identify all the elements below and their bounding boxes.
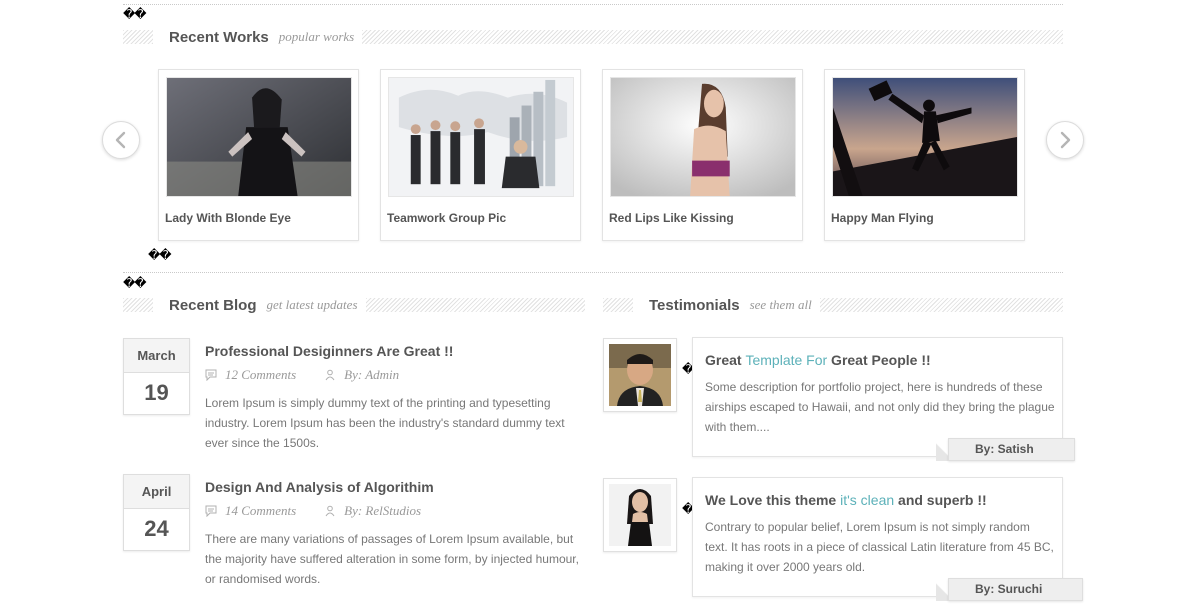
testimonial-highlight: Template For: [745, 352, 828, 368]
work-thumbnail[interactable]: [832, 77, 1018, 197]
user-icon: [325, 505, 335, 517]
testimonial-text: Some description for portfolio project, …: [705, 380, 1055, 434]
work-title[interactable]: Teamwork Group Pic: [387, 211, 506, 225]
header-stripe: [365, 298, 585, 312]
carousel-next-button[interactable]: [1046, 121, 1084, 159]
section-title: Recent Blog: [169, 296, 257, 314]
post-excerpt: Lorem Ipsum is simply dummy text of the …: [205, 396, 565, 450]
post-comments-link[interactable]: 14 Comments: [225, 503, 296, 519]
testimonial-title: Great Template For Great People !!: [705, 352, 931, 368]
testimonial-text: Contrary to popular belief, Lorem Ipsum …: [705, 520, 1054, 574]
work-card[interactable]: Teamwork Group Pic: [380, 69, 581, 241]
post-month: March: [124, 339, 189, 373]
post-title-link[interactable]: Design And Analysis of Algorithim: [205, 479, 434, 495]
testimonial-author: By: Satish: [948, 438, 1075, 461]
post-day: 19: [144, 380, 169, 405]
woman-avatar-image: [609, 484, 671, 546]
woman-profile-image: [611, 78, 795, 196]
work-card[interactable]: Red Lips Like Kissing: [602, 69, 803, 241]
testimonial-highlight: it's clean: [840, 492, 895, 508]
work-card[interactable]: Happy Man Flying: [824, 69, 1025, 241]
testimonial-avatar: [603, 478, 677, 552]
broken-glyph: ��: [123, 7, 147, 21]
testimonial-avatar: [603, 338, 677, 412]
post-date: March 19: [123, 338, 190, 415]
user-icon: [325, 369, 335, 381]
testimonial-author-tag: By: Satish: [936, 438, 1075, 461]
work-title[interactable]: Red Lips Like Kissing: [609, 211, 734, 225]
work-thumbnail[interactable]: [388, 77, 574, 197]
work-thumbnail[interactable]: [610, 77, 796, 197]
post-excerpt: There are many variations of passages of…: [205, 532, 579, 586]
chevron-right-icon: [1060, 131, 1071, 149]
post-day: 24: [144, 516, 169, 541]
work-card[interactable]: Lady With Blonde Eye: [158, 69, 359, 241]
header-stripe: [123, 298, 153, 312]
post-meta: 14 Comments By: RelStudios: [205, 503, 421, 519]
testimonial-author: By: Suruchi: [948, 578, 1084, 601]
broken-glyph: ��: [123, 276, 147, 290]
section-subtitle: popular works: [278, 29, 355, 44]
woman-portrait-image: [167, 78, 351, 196]
testimonial-author-tag: By: Suruchi: [936, 578, 1084, 601]
recent-blog-header: Recent Blog get latest updates: [123, 296, 585, 314]
post-title-link[interactable]: Professional Desiginners Are Great !!: [205, 343, 453, 359]
recent-works-header: Recent Works popular works: [123, 28, 1063, 46]
post-comments-link[interactable]: 12 Comments: [225, 367, 296, 383]
work-title[interactable]: Lady With Blonde Eye: [165, 211, 291, 225]
section-title: Testimonials: [649, 296, 740, 314]
header-stripe: [819, 298, 1063, 312]
broken-glyph: ��: [148, 248, 172, 262]
man-jumping-sunset-image: [833, 78, 1017, 196]
post-date: April 24: [123, 474, 190, 551]
post-author[interactable]: By: RelStudios: [344, 503, 421, 519]
section-divider: [123, 272, 1063, 273]
work-title[interactable]: Happy Man Flying: [831, 211, 934, 225]
testimonials-header: Testimonials see them all: [603, 296, 1063, 314]
testimonial-title: We Love this theme it's clean and superb…: [705, 492, 987, 508]
business-team-image: [389, 78, 573, 196]
top-divider: [123, 4, 1063, 5]
carousel-prev-button[interactable]: [102, 121, 140, 159]
section-subtitle[interactable]: see them all: [750, 297, 812, 313]
post-meta: 12 Comments By: Admin: [205, 367, 399, 383]
ribbon-fold: [936, 578, 948, 601]
post-month: April: [124, 475, 189, 509]
work-thumbnail[interactable]: [166, 77, 352, 197]
chevron-left-icon: [115, 131, 126, 149]
section-subtitle: get latest updates: [266, 297, 358, 312]
header-stripe: [123, 30, 153, 44]
post-author[interactable]: By: Admin: [344, 367, 399, 383]
section-title: Recent Works: [169, 28, 269, 46]
man-avatar-image: [609, 344, 671, 406]
ribbon-fold: [936, 438, 948, 461]
comment-icon: [205, 505, 217, 517]
comment-icon: [205, 369, 217, 381]
header-stripe: [603, 298, 633, 312]
header-stripe: [362, 30, 1063, 44]
